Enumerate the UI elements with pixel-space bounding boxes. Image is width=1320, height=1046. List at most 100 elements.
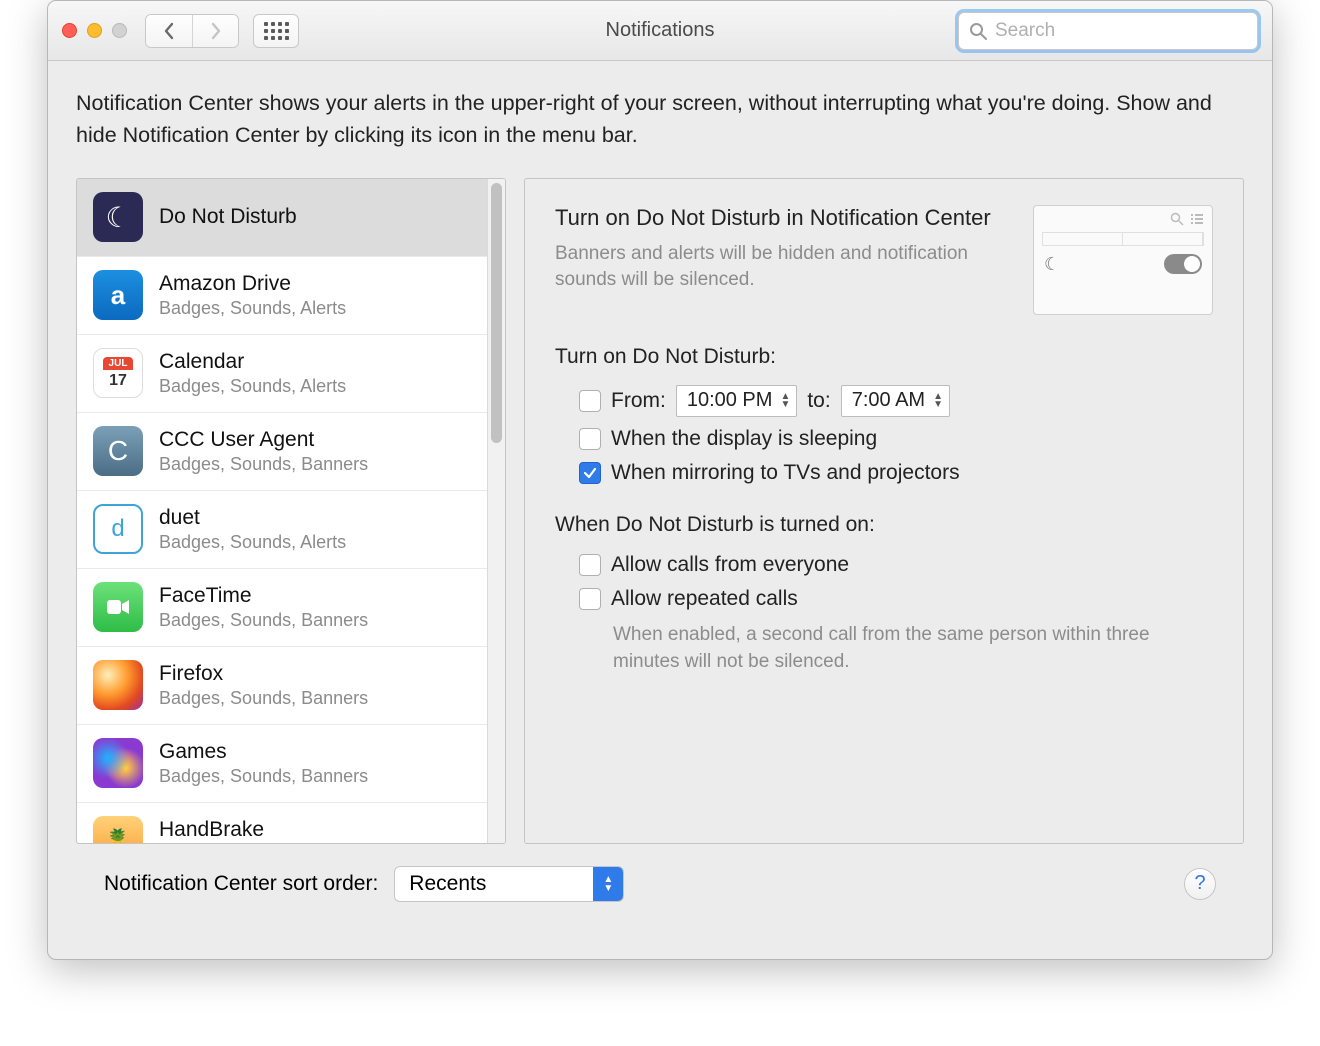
app-list-item[interactable]: FaceTimeBadges, Sounds, Banners [77,569,487,647]
pane-description: Notification Center shows your alerts in… [76,87,1244,152]
question-icon: ? [1194,872,1205,895]
scrollbar-thumb[interactable] [491,183,502,443]
mirroring-row: When mirroring to TVs and projectors [579,461,1213,485]
detail-header: Turn on Do Not Disturb in Notification C… [555,205,1213,315]
app-item-text: duetBadges, Sounds, Alerts [159,506,346,553]
app-item-subtitle: Badges, Sounds, Banners [159,688,368,709]
stepper-icon[interactable]: ▲▼ [780,393,790,409]
search-icon [969,22,987,40]
schedule-row: From: 10:00 PM ▲▼ to: 7:00 AM ▲▼ [579,385,1213,417]
traffic-lights [62,23,127,38]
mirroring-checkbox[interactable] [579,462,601,484]
app-item-subtitle: Badges, Sounds, Banners [159,454,368,475]
close-window-button[interactable] [62,23,77,38]
sort-order-label: Notification Center sort order: [104,872,378,896]
minimize-window-button[interactable] [87,23,102,38]
app-item-title: Amazon Drive [159,272,346,296]
grid-icon [264,22,289,40]
app-list-item[interactable]: 🍍 HandBrakeBadges, Sounds, Banners [77,803,487,843]
app-list-item[interactable]: GamesBadges, Sounds, Banners [77,725,487,803]
app-item-text: FirefoxBadges, Sounds, Banners [159,662,368,709]
list-icon [1190,212,1204,226]
detail-heading: Turn on Do Not Disturb in Notification C… [555,205,1011,231]
forward-button[interactable] [192,15,238,47]
app-item-title: duet [159,506,346,530]
app-item-title: Calendar [159,350,346,374]
app-list-item[interactable]: C CCC User AgentBadges, Sounds, Banners [77,413,487,491]
from-label: From: [611,389,666,413]
allow-repeated-row: Allow repeated calls [579,587,1213,611]
allow-everyone-label: Allow calls from everyone [611,553,849,577]
sort-order-value: Recents [395,872,593,896]
search-field[interactable] [958,12,1258,50]
allow-everyone-row: Allow calls from everyone [579,553,1213,577]
chevron-left-icon [163,22,175,40]
back-button[interactable] [146,15,192,47]
main-row: ☾Do Not DisturbaAmazon DriveBadges, Soun… [76,178,1244,844]
notification-center-preview: ☾ [1033,205,1213,315]
app-item-subtitle: Badges, Sounds, Banners [159,766,368,787]
scrollbar-track[interactable] [487,179,505,843]
app-list-item[interactable]: ☾ Do Not Disturb [77,179,487,257]
app-item-subtitle: Badges, Sounds, Alerts [159,532,346,553]
app-list-item[interactable]: FirefoxBadges, Sounds, Banners [77,647,487,725]
show-all-button[interactable] [253,14,299,48]
repeated-calls-hint: When enabled, a second call from the sam… [613,621,1173,676]
display-sleeping-checkbox[interactable] [579,428,601,450]
duet-icon: d [93,504,143,554]
app-item-title: Games [159,740,368,764]
app-item-text: Do Not Disturb [159,205,297,229]
app-item-title: Do Not Disturb [159,205,297,229]
help-button[interactable]: ? [1184,868,1216,900]
to-label: to: [807,389,830,413]
preferences-window: Notifications Notification Center shows … [47,0,1273,960]
app-item-text: HandBrakeBadges, Sounds, Banners [159,818,368,843]
detail-panel: Turn on Do Not Disturb in Notification C… [524,178,1244,844]
app-list-item[interactable]: a Amazon DriveBadges, Sounds, Alerts [77,257,487,335]
dnd-icon: ☾ [93,192,143,242]
app-item-title: Firefox [159,662,368,686]
app-list-item[interactable]: JUL17 CalendarBadges, Sounds, Alerts [77,335,487,413]
turn-on-heading: Turn on Do Not Disturb: [555,345,1213,369]
content-area: Notification Center shows your alerts in… [48,61,1272,959]
to-time-value: 7:00 AM [852,389,925,412]
titlebar: Notifications [48,1,1272,61]
from-checkbox[interactable] [579,390,601,412]
app-item-title: FaceTime [159,584,368,608]
moon-icon: ☾ [1044,254,1060,275]
app-item-text: CCC User AgentBadges, Sounds, Banners [159,428,368,475]
cal-icon: JUL17 [93,348,143,398]
detail-subheading: Banners and alerts will be hidden and no… [555,241,1011,294]
app-list-item[interactable]: dduetBadges, Sounds, Alerts [77,491,487,569]
app-item-subtitle: Badges, Sounds, Alerts [159,376,346,397]
app-item-title: CCC User Agent [159,428,368,452]
app-item-text: GamesBadges, Sounds, Banners [159,740,368,787]
amazon-icon: a [93,270,143,320]
sort-order-select[interactable]: Recents ▲▼ [394,866,624,902]
app-item-text: FaceTimeBadges, Sounds, Banners [159,584,368,631]
to-time-field[interactable]: 7:00 AM ▲▼ [841,385,950,417]
display-sleeping-label: When the display is sleeping [611,427,877,451]
chevron-right-icon [210,22,222,40]
games-icon [93,738,143,788]
from-time-value: 10:00 PM [687,389,773,412]
hb-icon: 🍍 [93,816,143,843]
nav-buttons [145,14,239,48]
ff-icon [93,660,143,710]
app-item-title: HandBrake [159,818,368,842]
app-item-text: Amazon DriveBadges, Sounds, Alerts [159,272,346,319]
app-item-subtitle: Badges, Sounds, Banners [159,610,368,631]
app-list[interactable]: ☾Do Not DisturbaAmazon DriveBadges, Soun… [77,179,487,843]
ft-icon [93,582,143,632]
when-on-heading: When Do Not Disturb is turned on: [555,513,1213,537]
select-arrows-icon: ▲▼ [593,867,623,901]
toggle-icon [1164,254,1202,274]
allow-repeated-label: Allow repeated calls [611,587,798,611]
allow-everyone-checkbox[interactable] [579,554,601,576]
ccc-icon: C [93,426,143,476]
search-input[interactable] [995,20,1247,42]
mirroring-label: When mirroring to TVs and projectors [611,461,960,485]
stepper-icon[interactable]: ▲▼ [933,393,943,409]
from-time-field[interactable]: 10:00 PM ▲▼ [676,385,798,417]
allow-repeated-checkbox[interactable] [579,588,601,610]
